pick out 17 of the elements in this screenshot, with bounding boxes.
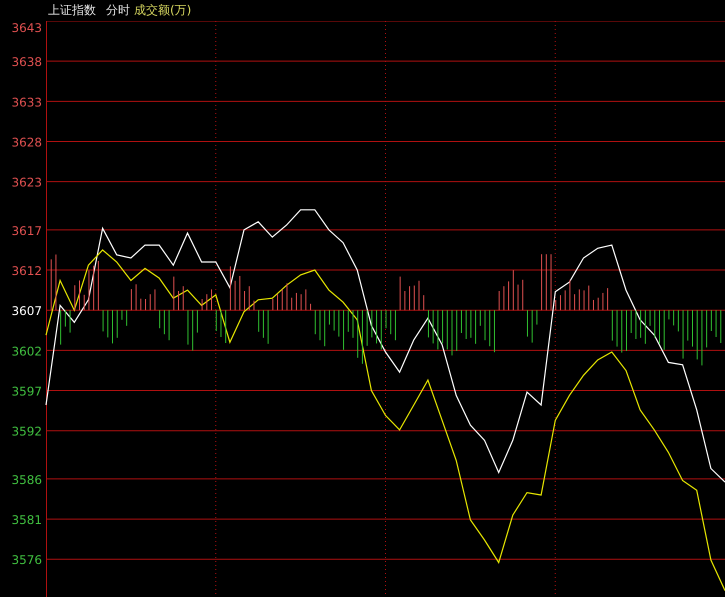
axis-label: 3612 <box>11 264 42 278</box>
indicator-label: 成交额(万) <box>134 2 192 19</box>
axis-label: 3638 <box>11 55 42 70</box>
index-name: 上证指数 <box>48 2 96 19</box>
axis-label: 3592 <box>11 424 42 439</box>
axis-label: 3633 <box>11 95 42 110</box>
axis-label: 3597 <box>11 384 42 399</box>
axis-label: 3576 <box>11 553 42 568</box>
axis-label: 3586 <box>11 472 42 487</box>
axis-label: 3607 <box>11 304 42 318</box>
axis-label: 3623 <box>11 176 42 190</box>
axis-label: 3617 <box>11 224 42 238</box>
axis-label: 3628 <box>11 136 42 150</box>
axis-label: 3581 <box>11 513 42 528</box>
chart-mode: 分时 <box>106 2 130 19</box>
axis-label: 3602 <box>11 344 42 358</box>
axis-label: 3643 <box>11 21 42 35</box>
